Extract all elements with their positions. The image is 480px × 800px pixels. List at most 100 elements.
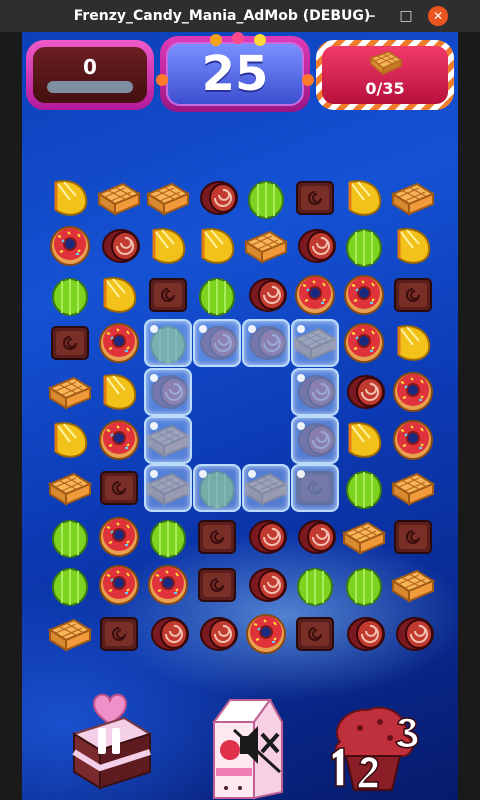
board-cell[interactable]: [144, 464, 192, 513]
board-cell[interactable]: [95, 319, 143, 367]
board-cell[interactable]: [144, 561, 192, 609]
board-cell[interactable]: [95, 174, 143, 222]
board-cell[interactable]: [389, 368, 437, 416]
maximize-button[interactable]: □: [396, 6, 416, 26]
orange-jelly-icon: [397, 325, 431, 361]
board-cell[interactable]: [95, 416, 143, 464]
score-value: 0: [83, 55, 97, 79]
swiss-roll-icon: [200, 616, 238, 651]
board-cell[interactable]: [291, 367, 339, 416]
board-cell[interactable]: [340, 174, 388, 222]
board-cell[interactable]: [389, 222, 437, 270]
minimize-button[interactable]: –: [362, 6, 382, 26]
board-cell[interactable]: [144, 610, 192, 658]
board-cell[interactable]: [340, 464, 388, 512]
board-cell[interactable]: [95, 271, 143, 319]
board-cell[interactable]: [95, 610, 143, 658]
board-cell[interactable]: [193, 513, 241, 561]
board-cell[interactable]: [389, 271, 437, 319]
board-cell[interactable]: [242, 174, 290, 222]
board-cell[interactable]: [95, 222, 143, 270]
board-cell[interactable]: [291, 610, 339, 658]
board-cell[interactable]: [389, 416, 437, 464]
board-cell[interactable]: [340, 368, 388, 416]
sound-muted-button[interactable]: [194, 692, 290, 800]
board-cell[interactable]: [389, 319, 437, 367]
board-cell[interactable]: [46, 610, 94, 658]
board-cell[interactable]: [242, 271, 290, 319]
swiss-roll-icon: [200, 181, 238, 215]
level-select-button[interactable]: [320, 698, 428, 794]
ice-block: [291, 319, 339, 368]
game-board[interactable]: [46, 174, 438, 658]
board-cell[interactable]: [242, 222, 290, 270]
chocolate-icon: [296, 181, 334, 215]
board-cell[interactable]: [340, 513, 388, 561]
board-cell[interactable]: [389, 610, 437, 658]
board-cell[interactable]: [193, 610, 241, 658]
board-cell[interactable]: [193, 561, 241, 609]
board-cell[interactable]: [144, 367, 192, 416]
board-cell[interactable]: [95, 368, 143, 416]
board-cell[interactable]: [46, 271, 94, 319]
decor-dot: [156, 74, 168, 86]
ice-block: [144, 319, 192, 368]
board-cell[interactable]: [95, 561, 143, 609]
green-jelly-icon: [297, 568, 333, 607]
board-cell[interactable]: [340, 416, 388, 464]
board-cell[interactable]: [242, 610, 290, 658]
board-cell[interactable]: [144, 319, 192, 368]
board-cell[interactable]: [291, 271, 339, 319]
donut-icon: [295, 274, 335, 315]
board-cell[interactable]: [340, 222, 388, 270]
board-cell[interactable]: [389, 174, 437, 222]
board-cell[interactable]: [46, 464, 94, 512]
board-cell[interactable]: [193, 271, 241, 319]
orange-jelly-icon: [54, 422, 88, 458]
board-cell[interactable]: [291, 464, 339, 513]
board-cell[interactable]: [46, 174, 94, 222]
game-viewport[interactable]: 0 25 0/35: [22, 32, 458, 800]
board-cell[interactable]: [340, 610, 388, 658]
board-cell[interactable]: [291, 416, 339, 464]
swiss-roll-icon: [102, 229, 140, 264]
pause-icon: [98, 728, 106, 754]
board-cell[interactable]: [291, 513, 339, 561]
board-cell[interactable]: [291, 174, 339, 222]
board-cell[interactable]: [46, 561, 94, 609]
board-cell[interactable]: [389, 464, 437, 512]
board-cell[interactable]: [291, 222, 339, 270]
board-cell[interactable]: [242, 513, 290, 561]
ice-block: [144, 367, 192, 416]
green-jelly-icon: [248, 181, 284, 219]
board-cell[interactable]: [242, 319, 290, 368]
board-cell[interactable]: [95, 464, 143, 512]
board-cell[interactable]: [46, 319, 94, 367]
board-cell[interactable]: [340, 319, 388, 367]
board-cell[interactable]: [242, 464, 290, 513]
board-cell[interactable]: [193, 319, 241, 368]
board-cell[interactable]: [95, 513, 143, 561]
board-cell[interactable]: [193, 464, 241, 513]
board-cell[interactable]: [389, 513, 437, 561]
board-cell[interactable]: [144, 513, 192, 561]
board-cell[interactable]: [389, 561, 437, 609]
board-cell[interactable]: [291, 561, 339, 609]
pause-button[interactable]: [64, 688, 156, 792]
board-cell[interactable]: [340, 561, 388, 609]
board-cell[interactable]: [144, 222, 192, 270]
board-cell[interactable]: [242, 561, 290, 609]
board-cell[interactable]: [193, 174, 241, 222]
board-cell[interactable]: [46, 416, 94, 464]
board-cell[interactable]: [144, 271, 192, 319]
board-cell[interactable]: [46, 368, 94, 416]
decor-dot: [210, 34, 222, 46]
board-cell[interactable]: [291, 319, 339, 368]
board-cell[interactable]: [340, 271, 388, 319]
board-cell[interactable]: [46, 222, 94, 270]
board-cell[interactable]: [46, 513, 94, 561]
board-cell[interactable]: [193, 222, 241, 270]
board-cell[interactable]: [144, 174, 192, 222]
close-button[interactable]: ✕: [428, 6, 448, 26]
board-cell[interactable]: [144, 416, 192, 464]
